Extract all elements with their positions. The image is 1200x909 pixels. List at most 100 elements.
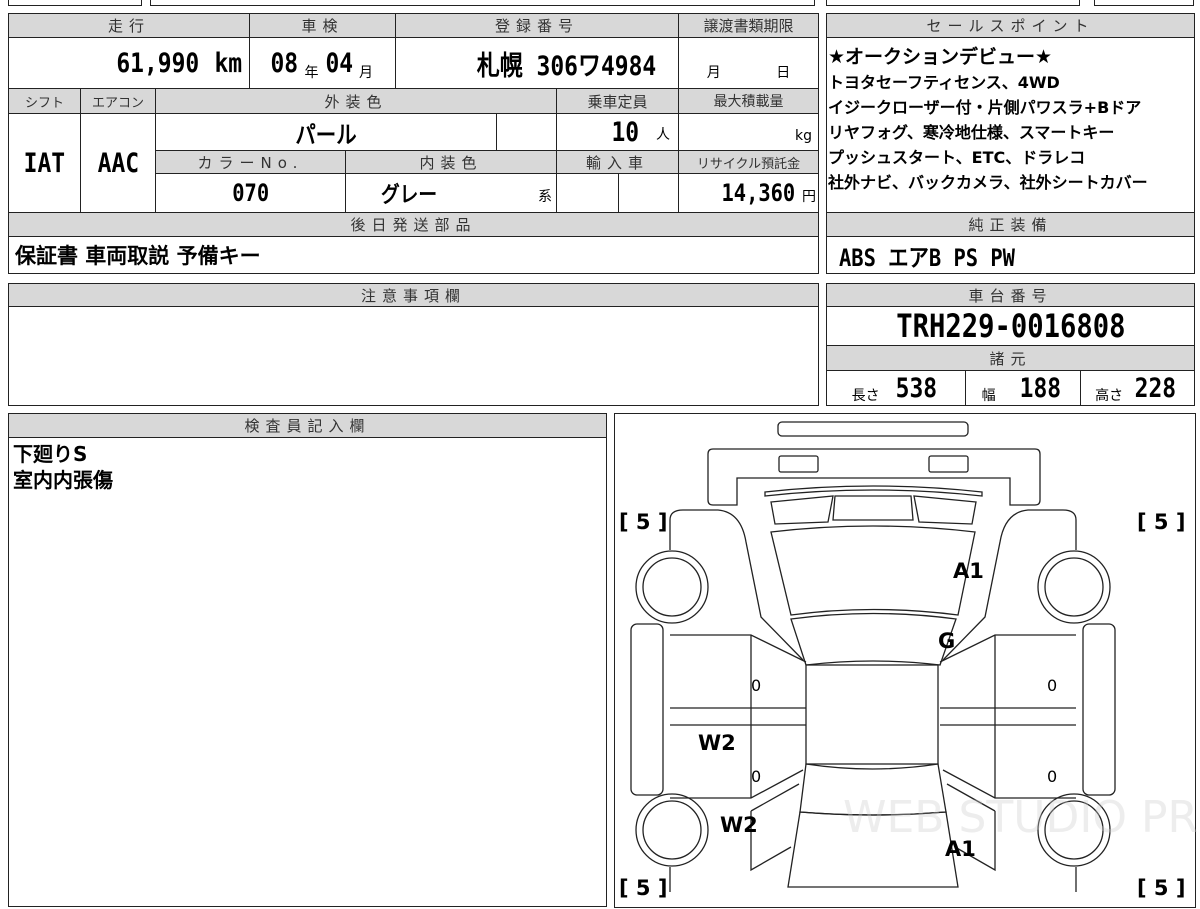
- chassis-number: TRH229-0016808: [895, 307, 1126, 345]
- color-no-label: カラーNo.: [155, 150, 346, 174]
- car-diagram: WEB STUDIO PRO [ 5 ] [ 5 ] [ 5 ] [ 5 ] A…: [614, 413, 1197, 908]
- inspector-note: 室内内張傷: [13, 468, 113, 492]
- capacity-label: 乗車定員: [556, 88, 679, 114]
- recycle-unit: 円: [802, 189, 816, 205]
- sales-point: ★オークションデビュー★: [828, 46, 1053, 68]
- sales-points-list: ★オークションデビュー★ トヨタセーフティセンス、4WD イジークローザー付・片…: [828, 45, 1192, 195]
- interior-color-suffix: 系: [538, 189, 552, 205]
- aircon-text: AAC: [97, 147, 139, 179]
- specs-label: 諸元: [826, 345, 1195, 371]
- shift-value: IAT: [8, 113, 81, 213]
- mileage-value: 61,990 km: [8, 37, 250, 89]
- registration-label: 登録番号: [395, 13, 679, 38]
- shift-label: シフト: [8, 88, 81, 114]
- import-value-2: [618, 173, 679, 213]
- mark-door-right-rear: 0: [1047, 767, 1058, 786]
- notes-label: 注意事項欄: [8, 283, 819, 307]
- exterior-color-text: パール: [295, 120, 357, 149]
- interior-color-text: グレー: [380, 183, 438, 208]
- later-parts-value: 保証書 車両取説 予備キー: [8, 236, 819, 274]
- sales-point: イジークローザー付・片側パワスラ+Bドア: [828, 98, 1142, 117]
- damage-marks: [ 5 ] [ 5 ] [ 5 ] [ 5 ] A1 G A1 W2 W2 0 …: [615, 414, 1195, 907]
- inspection-year: 08: [270, 47, 299, 79]
- import-label: 輸入車: [556, 150, 679, 174]
- width-label: 幅: [981, 388, 996, 404]
- mark-left-rear-fender: W2: [720, 813, 758, 837]
- mileage-number: 61,990: [116, 47, 200, 79]
- aircon-value: AAC: [80, 113, 156, 213]
- top-cell: [8, 0, 142, 6]
- capacity-number: 10: [611, 116, 640, 148]
- inspector-note: 下廻りS: [13, 442, 88, 466]
- mark-corner-front-right: [ 5 ]: [1137, 510, 1186, 534]
- notes-area: [8, 306, 819, 406]
- max-load-value: kg: [678, 113, 819, 151]
- inspector-area: [8, 437, 607, 907]
- sales-point: トヨタセーフティセンス、4WD: [828, 73, 1060, 92]
- inspector-label: 検査員記入欄: [8, 413, 607, 438]
- top-cell: [826, 0, 1080, 6]
- mark-door-right-front: 0: [1047, 676, 1058, 695]
- transfer-deadline-label: 譲渡書類期限: [678, 13, 819, 38]
- length-value: 538: [895, 372, 937, 404]
- shift-text: IAT: [23, 147, 66, 179]
- exterior-color-extra: [496, 113, 557, 151]
- mark-rear: A1: [945, 837, 976, 861]
- height-label: 高さ: [1095, 388, 1124, 404]
- mark-door-left-front: 0: [751, 676, 762, 695]
- day-unit: 日: [776, 65, 791, 81]
- top-cell: [1094, 0, 1194, 6]
- chassis-label: 車台番号: [826, 283, 1195, 307]
- inspector-notes: 下廻りS 室内内張傷: [13, 441, 113, 493]
- mark-left-rear-door: W2: [698, 731, 736, 755]
- later-parts-label: 後日発送部品: [8, 212, 819, 237]
- exterior-color-value: パール: [155, 113, 497, 151]
- genuine-equipment-value: ABS エアB PS PW: [826, 236, 1195, 274]
- month-unit: 月: [359, 65, 374, 81]
- spec-length: 長さ 538: [826, 370, 966, 406]
- chassis-value: TRH229-0016808: [826, 306, 1195, 346]
- capacity-value: 10 人: [556, 113, 679, 151]
- color-no-value: 070: [155, 173, 346, 213]
- mark-corner-rear-left: [ 5 ]: [619, 876, 668, 900]
- registration-number: 札幌 306ワ4984: [476, 50, 657, 82]
- inspection-month: 04: [324, 47, 353, 79]
- mark-corner-front-left: [ 5 ]: [619, 510, 668, 534]
- height-value: 228: [1134, 372, 1177, 404]
- mark-hood: A1: [953, 559, 984, 583]
- interior-color-label: 内装色: [345, 150, 557, 174]
- mark-windshield: G: [938, 629, 956, 653]
- mileage-unit: km: [214, 47, 243, 79]
- top-cell: [150, 0, 815, 6]
- genuine-equipment-label: 純正装備: [826, 212, 1195, 237]
- year-unit: 年: [304, 65, 319, 81]
- color-no-text: 070: [232, 179, 269, 207]
- max-load-unit: kg: [795, 128, 812, 144]
- max-load-label: 最大積載量: [678, 88, 819, 114]
- capacity-unit: 人: [656, 127, 670, 143]
- sales-point: リヤフォグ、寒冷地仕様、スマートキー: [828, 123, 1115, 142]
- recycle-label: リサイクル預託金: [678, 150, 819, 174]
- spec-width: 幅 188: [965, 370, 1081, 406]
- width-value: 188: [1019, 372, 1061, 404]
- later-parts-text: 保証書 車両取説 予備キー: [15, 244, 261, 268]
- import-value: [556, 173, 619, 213]
- registration-value: 札幌 306ワ4984: [395, 37, 679, 89]
- interior-color-value: グレー 系: [345, 173, 557, 213]
- recycle-value: 14,360 円: [678, 173, 819, 213]
- sales-point: 社外ナビ、バックカメラ、社外シートカバー: [828, 173, 1148, 192]
- aircon-label: エアコン: [80, 88, 156, 114]
- transfer-deadline-value: 月日: [678, 37, 819, 89]
- recycle-amount: 14,360: [721, 179, 796, 207]
- sales-point: プッシュスタート、ETC、ドラレコ: [828, 148, 1086, 167]
- inspection-value: 08 年 04 月: [249, 37, 396, 89]
- month-unit: 月: [706, 65, 721, 81]
- spec-height: 高さ 228: [1080, 370, 1195, 406]
- sales-points-label: セールスポイント: [826, 13, 1195, 38]
- length-label: 長さ: [851, 388, 880, 404]
- mileage-label: 走行: [8, 13, 250, 38]
- genuine-equipment-text: ABS エアB PS PW: [839, 243, 1015, 272]
- mark-door-left-rear: 0: [751, 767, 762, 786]
- inspection-label: 車検: [249, 13, 396, 38]
- exterior-color-label: 外装色: [155, 88, 557, 114]
